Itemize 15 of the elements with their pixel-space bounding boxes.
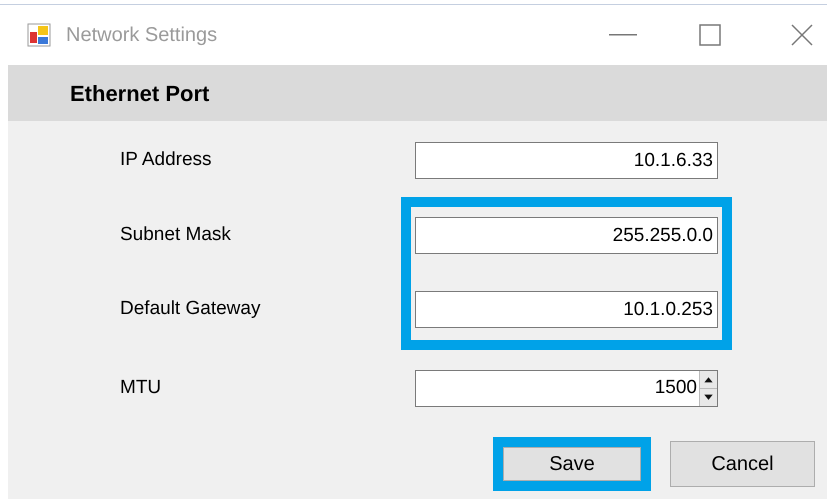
- section-title: Ethernet Port: [70, 80, 210, 108]
- app-icon: [27, 23, 51, 47]
- minimize-icon[interactable]: [609, 34, 637, 36]
- field-label: Default Gateway: [120, 297, 260, 322]
- text-field[interactable]: 255.255.0.0: [415, 217, 718, 254]
- dialog-button[interactable]: Cancel: [670, 441, 815, 487]
- maximize-icon[interactable]: [699, 24, 721, 46]
- field-label: Subnet Mask: [120, 223, 231, 248]
- close-icon[interactable]: [791, 24, 813, 46]
- field-label: MTU: [120, 376, 162, 400]
- window-title: Network Settings: [66, 23, 218, 48]
- text-field[interactable]: 10.1.0.253: [415, 291, 718, 328]
- field-label: IP Address: [120, 148, 212, 172]
- text-field[interactable]: 10.1.6.33: [415, 142, 718, 179]
- dialog-button[interactable]: Save: [503, 447, 641, 481]
